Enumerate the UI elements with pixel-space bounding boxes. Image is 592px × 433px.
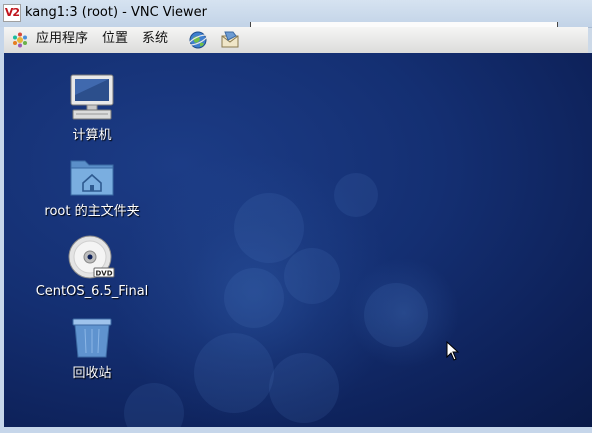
mail-client-icon[interactable] (219, 30, 241, 50)
dvd-badge: DVD (95, 270, 112, 278)
desktop-icon-computer[interactable]: 计算机 (32, 73, 152, 143)
desktop-icon-label: 计算机 (72, 128, 112, 143)
desktop-icon-label: CentOS_6.5_Final (35, 284, 149, 299)
home-folder-icon (70, 160, 114, 196)
menu-system[interactable]: 系统 (142, 27, 168, 53)
trash-icon (72, 318, 112, 358)
dvd-icon: DVD (68, 235, 115, 279)
web-browser-icon[interactable] (188, 30, 208, 50)
computer-icon (70, 74, 114, 120)
menu-places[interactable]: 位置 (102, 27, 128, 53)
vnc-window-titlebar[interactable]: V2 kang1:3 (root) - VNC Viewer (0, 0, 592, 31)
desktop-icon-home-folder[interactable]: root 的主文件夹 (32, 155, 152, 219)
gnome-top-panel: 应用程序 位置 系统 (4, 27, 588, 54)
mouse-pointer-icon (446, 341, 460, 361)
desktop-area[interactable]: 计算机 root 的主文件夹 DVD CentOS_6.5_Final 回收站 (4, 53, 592, 427)
window-frame-left (0, 27, 4, 433)
menu-applications[interactable]: 应用程序 (36, 27, 88, 53)
gnome-foot-icon (13, 32, 27, 48)
vnc-logo-icon: V2 (3, 4, 21, 22)
desktop-icon-label: root 的主文件夹 (44, 204, 140, 219)
desktop-icon-label: 回收站 (72, 366, 112, 381)
desktop-icon-trash[interactable]: 回收站 (32, 317, 152, 381)
window-title: kang1:3 (root) - VNC Viewer (25, 5, 207, 20)
window-frame-bottom (0, 427, 592, 433)
desktop-icon-dvd[interactable]: DVD CentOS_6.5_Final (32, 235, 152, 299)
